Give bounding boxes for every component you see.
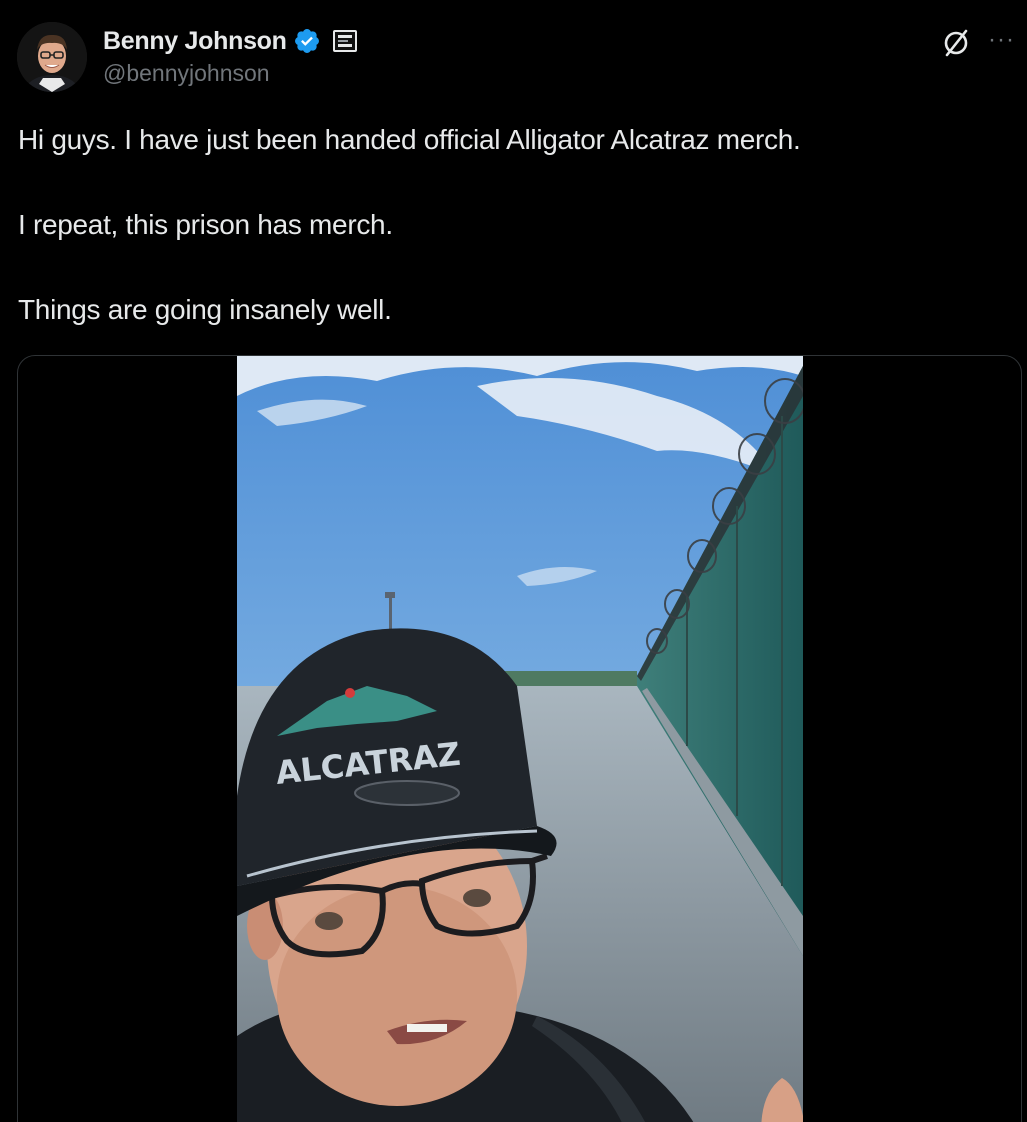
tweet-text-line-1: Hi guys. I have just been handed officia…: [18, 124, 801, 155]
grok-icon[interactable]: [941, 28, 971, 58]
display-name[interactable]: Benny Johnson: [103, 27, 287, 56]
avatar-image: [17, 22, 87, 92]
verified-badge-icon: [293, 27, 321, 55]
tweet-text-line-2: I repeat, this prison has merch.: [18, 209, 393, 240]
video-player[interactable]: ALCATRAZ: [237, 356, 806, 1122]
video-frame: ALCATRAZ: [237, 356, 806, 1122]
tweet: Benny Johnson @bennyjohnson ··· Hi guys.: [0, 0, 1027, 1122]
more-icon[interactable]: ···: [988, 28, 1018, 52]
tweet-text-line-3: Things are going insanely well.: [18, 294, 392, 325]
avatar[interactable]: [17, 22, 87, 92]
affiliate-badge-icon[interactable]: [332, 30, 357, 52]
media-card[interactable]: ALCATRAZ: [17, 355, 1022, 1122]
author-name-row: Benny Johnson: [103, 24, 357, 58]
author-handle[interactable]: @bennyjohnson: [103, 60, 270, 87]
